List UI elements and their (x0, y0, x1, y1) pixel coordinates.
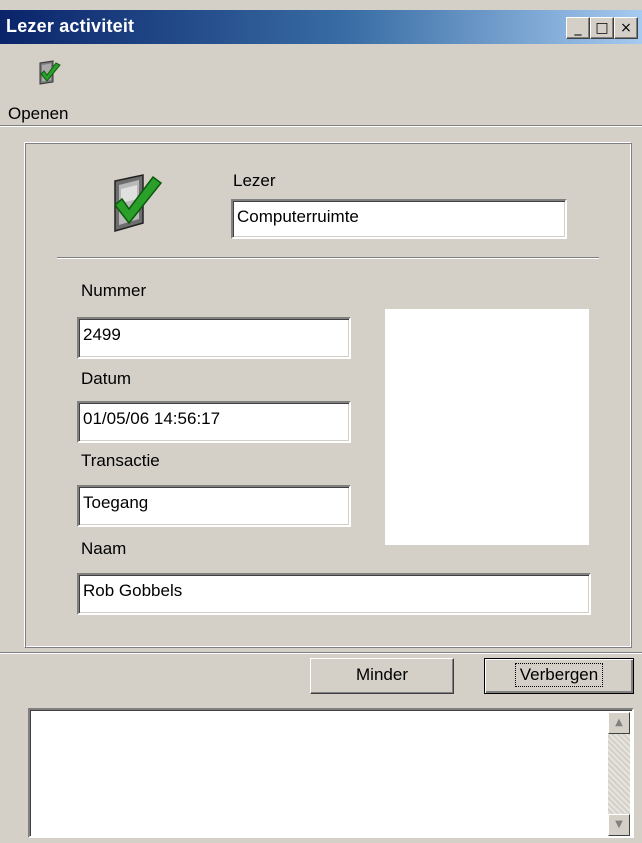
open-button[interactable]: Openen (4, 56, 104, 123)
toolbar: Openen (0, 44, 642, 126)
section-divider (57, 257, 599, 259)
open-label: Openen (8, 104, 69, 123)
transaction-label: Transactie (81, 451, 160, 470)
reader-details-panel: Lezer Computerruimte Nummer 2499 Datum 0… (24, 142, 632, 648)
window-title: Lezer activiteit (6, 16, 135, 36)
name-field[interactable]: Rob Gobbels (77, 573, 591, 615)
close-button[interactable]: × (614, 17, 638, 39)
hide-button[interactable]: Verbergen (484, 658, 634, 694)
scroll-up-arrow-icon[interactable]: ▲ (608, 712, 630, 734)
reader-label: Lezer (233, 171, 276, 190)
name-label: Naam (81, 539, 127, 558)
number-label: Nummer (81, 281, 147, 300)
reader-field[interactable]: Computerruimte (231, 199, 567, 239)
reader-check-icon (39, 60, 61, 85)
reader-check-icon (113, 174, 163, 232)
lezer-activiteit-window: Lezer activiteit _ □ × Openen Lezer Comp… (0, 0, 642, 843)
transaction-field[interactable]: Toegang (77, 485, 351, 527)
maximize-button[interactable]: □ (590, 17, 614, 39)
number-field[interactable]: 2499 (77, 317, 351, 359)
toolbar-divider (0, 125, 642, 127)
date-field[interactable]: 01/05/06 14:56:17 (77, 401, 351, 443)
bottom-divider (0, 652, 642, 654)
photo-area (385, 309, 589, 545)
hide-button-label: Verbergen (514, 663, 604, 687)
vertical-scrollbar[interactable]: ▲ ▼ (608, 712, 630, 836)
date-label: Datum (81, 369, 132, 388)
less-button[interactable]: Minder (310, 658, 454, 694)
scroll-down-arrow-icon[interactable]: ▼ (608, 814, 630, 836)
title-bar[interactable]: Lezer activiteit _ □ × (0, 10, 642, 44)
activity-log-list[interactable]: ▲ ▼ (28, 708, 634, 838)
minimize-button[interactable]: _ (566, 17, 590, 39)
